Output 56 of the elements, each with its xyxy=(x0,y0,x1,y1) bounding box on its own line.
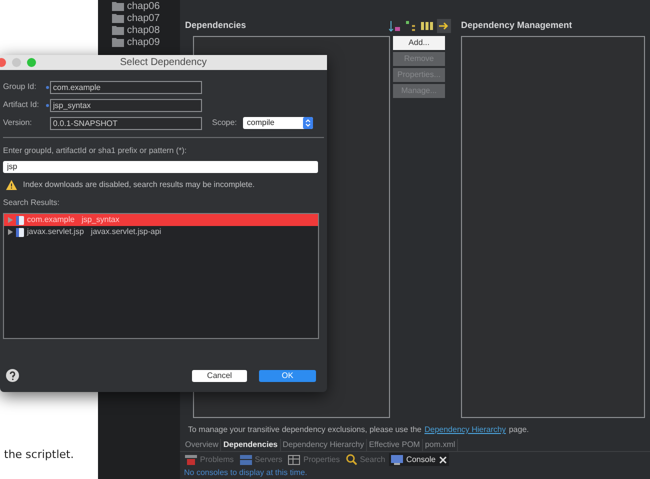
jar-icon xyxy=(16,215,24,225)
scope-select[interactable]: compile xyxy=(242,117,313,129)
text-field[interactable]: jsp_syntax xyxy=(50,98,202,112)
page-text: the scriptlet. xyxy=(4,446,75,462)
results-label: Search Results: xyxy=(3,197,60,209)
search-field[interactable]: jsp xyxy=(3,161,318,173)
dialog-title: Select Dependency xyxy=(120,56,207,70)
editor-tab[interactable]: Effective POM xyxy=(366,438,423,450)
section-title: Dependency Management xyxy=(461,19,572,32)
search-results-list[interactable]: com.example jsp_syntax javax.servlet.jsp javax.servlet.jsp-api xyxy=(3,213,319,339)
problems-icon xyxy=(185,454,197,464)
sort-icon[interactable] xyxy=(389,20,401,32)
search-label: Enter groupId, artifactId or sha1 prefix or pattern (*): xyxy=(3,145,188,157)
warning-icon xyxy=(6,180,17,190)
folder-icon xyxy=(112,1,124,11)
result-group: javax.servlet.jsp xyxy=(27,226,84,238)
close-icon[interactable] xyxy=(438,456,447,464)
field-label: Artifact Id: xyxy=(3,99,40,111)
dialog-button[interactable]: Cancel xyxy=(192,370,247,382)
folder-icon xyxy=(112,25,124,35)
scope-label: Scope: xyxy=(212,117,237,129)
tree-icon[interactable] xyxy=(405,20,417,32)
dependency-hierarchy-link[interactable]: Dependency Hierarchy xyxy=(424,424,506,436)
field-label: Group Id: xyxy=(3,81,38,93)
dependency-button[interactable]: Add... xyxy=(393,36,445,50)
note-text: To manage your transitive dependency exclusions, please use the xyxy=(188,424,422,436)
jar-icon xyxy=(16,227,24,237)
monitor-icon xyxy=(391,454,404,464)
columns-icon[interactable] xyxy=(421,21,433,31)
editor-tab[interactable]: pom.xml xyxy=(422,438,458,450)
folder-label[interactable]: chap08 xyxy=(127,22,160,38)
server-icon xyxy=(240,454,252,464)
text-field[interactable]: com.example xyxy=(50,80,202,94)
search-icon xyxy=(346,454,357,465)
folder-icon xyxy=(112,37,124,47)
stepper-icon xyxy=(302,117,313,129)
editor-tab[interactable]: Dependencies xyxy=(221,438,281,450)
text-field[interactable]: 0.0.1-SNAPSHOT xyxy=(50,116,202,130)
console-message: No consoles to display at this time. xyxy=(184,467,308,479)
editor-tab[interactable]: Dependency Hierarchy xyxy=(280,438,367,450)
section-title: Dependencies xyxy=(185,19,246,32)
folder-label[interactable]: chap06 xyxy=(127,0,160,14)
help-icon[interactable] xyxy=(6,369,19,382)
folder-icon xyxy=(112,13,124,23)
note-text: page. xyxy=(508,424,529,436)
table-icon xyxy=(288,454,300,464)
result-artifact: jsp_syntax xyxy=(82,214,120,226)
result-group: com.example xyxy=(27,214,75,226)
warning-text: Index downloads are disabled, search results may be incomplete. xyxy=(23,179,255,191)
folder-label[interactable]: chap09 xyxy=(127,34,160,50)
view-tab[interactable]: Console xyxy=(389,453,449,466)
folder-label[interactable]: chap07 xyxy=(127,10,160,26)
field-label: Version: xyxy=(3,117,33,129)
arrow-right-icon[interactable] xyxy=(437,19,451,33)
result-artifact: javax.servlet.jsp-api xyxy=(90,226,162,238)
result-row[interactable]: javax.servlet.jsp javax.servlet.jsp-api xyxy=(4,226,318,238)
